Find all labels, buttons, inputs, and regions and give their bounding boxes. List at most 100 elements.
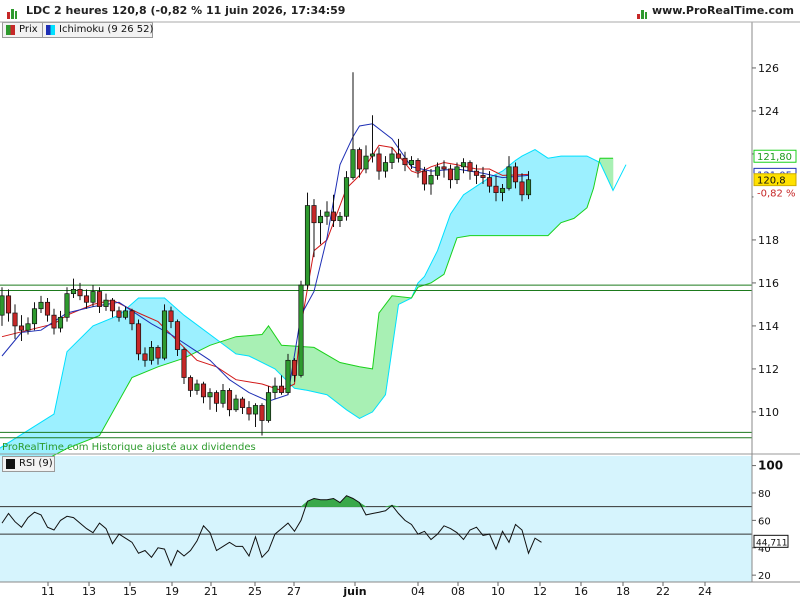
candle-body [181,349,187,378]
candle-body [96,291,103,307]
candle-body [350,149,356,178]
candle-body [57,316,64,329]
candle-body [148,347,155,361]
candle-body [356,149,363,170]
candle-body [382,162,389,172]
rsi-tick-label: 100 [758,459,783,473]
candle-body [38,301,44,310]
candle-body [499,187,506,193]
candle-body [207,392,213,398]
candle-body [135,323,142,355]
candle-body [506,166,512,189]
candle-body [493,185,499,193]
candle-body [265,392,272,421]
candle-body [220,390,226,404]
candle-body [363,155,369,170]
candle-body [486,177,493,187]
time-tick-label: 11 [41,585,55,598]
candle-body [51,314,57,329]
rsi-last-value: 44,711 [756,538,788,548]
price-tick-label: 124 [758,105,779,118]
time-tick-label: 19 [165,585,179,598]
candle-body [129,310,135,325]
candle-body [454,166,460,181]
candle-body [187,377,194,391]
candle-body [44,301,51,316]
chart-canvas[interactable]: 110112114116118124126121,80121,05120,8-0… [0,0,800,600]
candle-body [161,310,168,359]
candle-body [122,310,129,318]
time-tick-label: 24 [698,585,712,598]
candle-body [369,153,376,157]
candle-body [421,170,428,185]
candle-body [428,175,434,185]
time-tick-label: 22 [656,585,670,598]
time-tick-label: 12 [533,585,547,598]
time-tick-label: 15 [123,585,137,598]
candle-body [460,162,467,168]
time-tick-label: 18 [616,585,630,598]
candle-body [31,308,38,325]
candle-body [142,353,148,361]
candle-body [239,398,246,408]
candle-body [12,312,18,327]
candle-body [512,166,519,183]
candle-body [480,175,486,178]
candle-body [434,166,441,176]
candle-body [395,153,402,159]
rsi-tick-label: 60 [758,516,771,527]
candle-body [155,347,161,359]
rsi-tick-label: 80 [758,489,771,500]
candle-body [103,299,109,307]
candle-body [343,177,350,217]
rsi-tick-label: 20 [758,571,771,582]
candle-body [311,205,317,224]
rsi-plot-background [0,456,752,582]
candle-body [5,295,12,314]
candle-body [116,310,122,318]
candle-body [200,383,207,398]
candle-body [168,310,174,322]
candle-body [259,405,265,421]
span-b-badge: 121,80 [757,152,792,163]
candle-body [467,162,473,172]
candle-body [109,299,116,312]
candle-body [415,160,421,172]
candle-body [298,284,304,376]
change-badge: -0,82 % [757,189,796,200]
candle-body [233,398,239,411]
price-tick-label: 116 [758,277,779,290]
candle-body [226,390,233,411]
time-tick-label: 04 [411,585,425,598]
candle-body [337,215,343,221]
price-tick-label: 110 [758,406,779,419]
candle-body [90,291,96,303]
candle-body [64,293,70,318]
candle-body [83,295,90,303]
price-tick-label: 112 [758,363,779,376]
candle-body [330,211,337,221]
time-tick-label: 25 [248,585,262,598]
price-panel[interactable] [0,40,752,476]
candle-body [441,166,447,170]
price-tick-label: 126 [758,62,779,75]
candle-body [376,153,382,172]
candle-body [473,170,480,176]
time-tick-label: 13 [82,585,96,598]
rsi-panel[interactable] [0,456,752,582]
time-tick-label: juin [342,585,366,598]
candle-body [389,153,395,163]
candle-body [324,211,330,217]
candle-body [70,289,77,295]
candle-body [18,325,25,331]
candle-body [0,295,5,316]
candle-body [174,321,181,350]
watermark: ProRealTime.com Historique ajusté aux di… [2,442,256,453]
candle-body [304,205,311,286]
candle-body [278,385,285,393]
candle-body [291,359,298,376]
candle-body [272,385,278,393]
candle-body [408,160,415,166]
candle-body [246,407,252,415]
candle-body [447,168,454,181]
